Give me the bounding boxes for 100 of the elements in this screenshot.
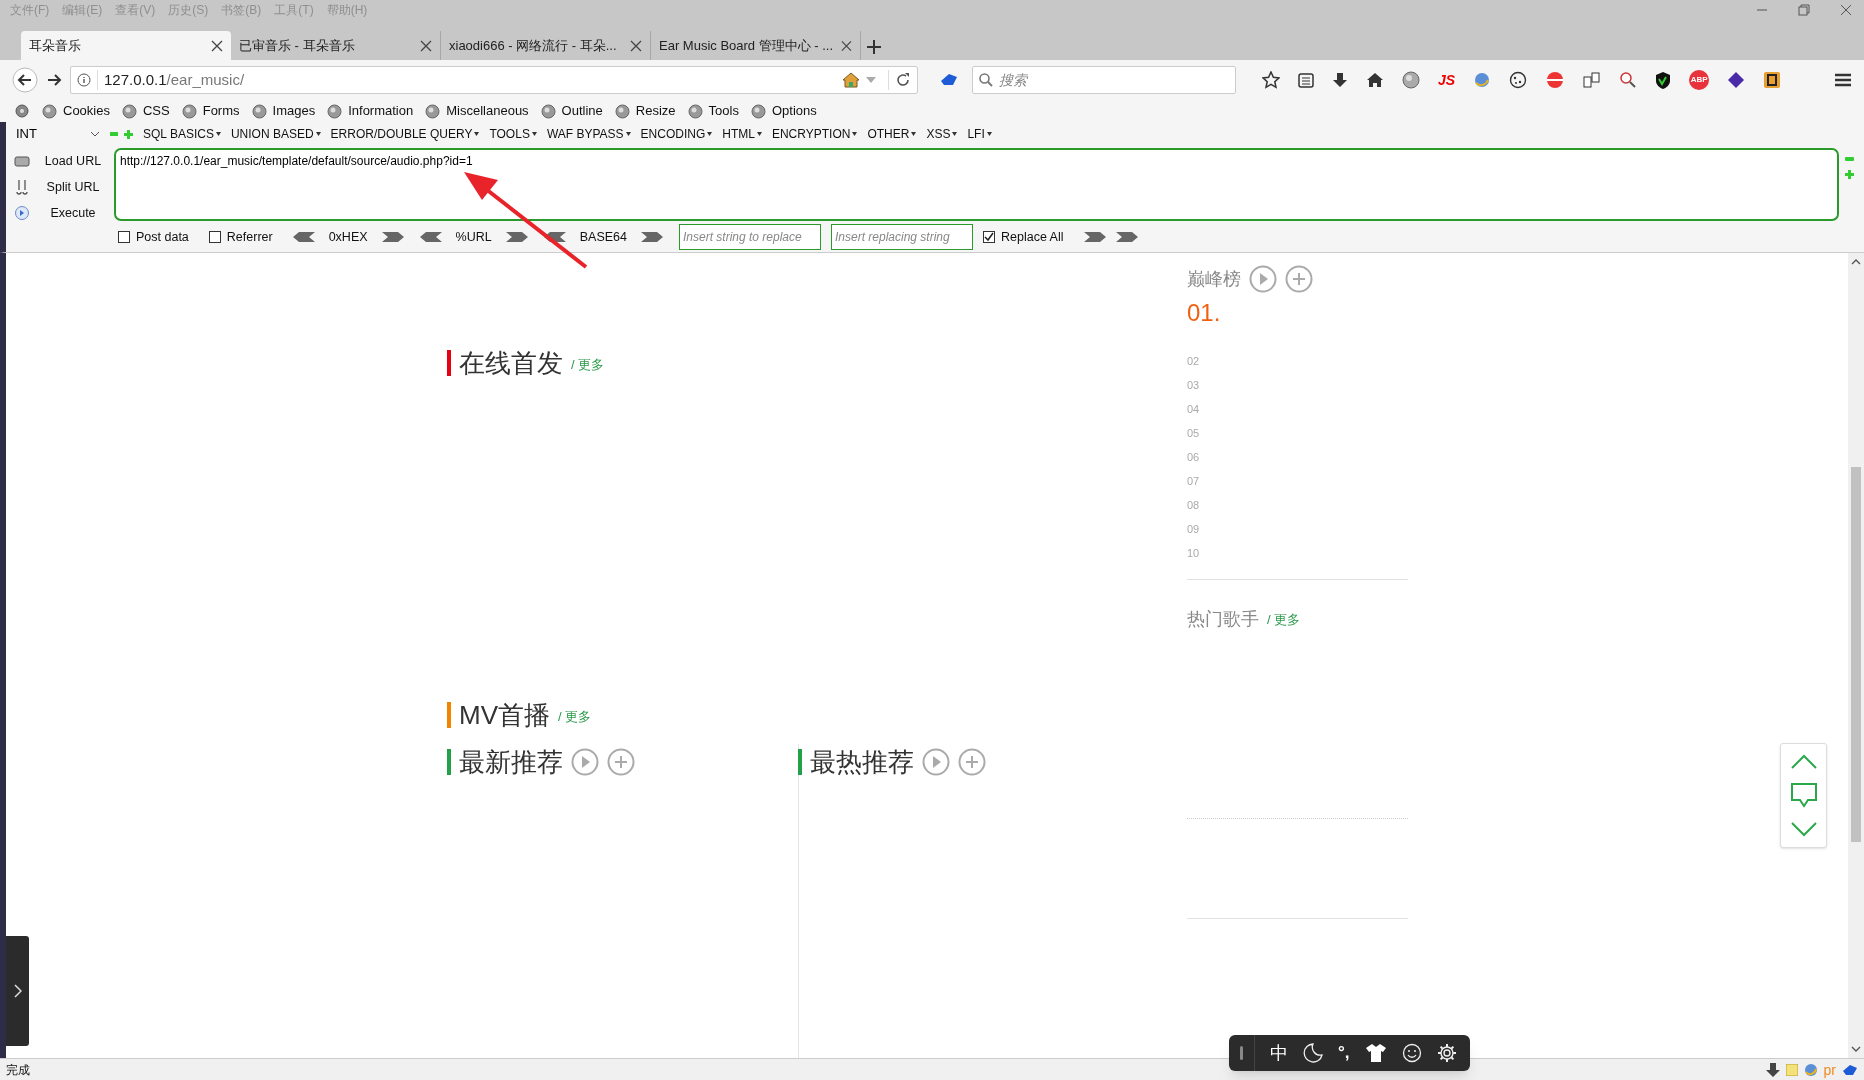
shield-icon[interactable] bbox=[1655, 71, 1672, 89]
toolbar-menu-button[interactable]: Resize bbox=[614, 101, 676, 121]
reload-icon[interactable] bbox=[895, 72, 911, 88]
arrow-right-icon[interactable] bbox=[1115, 232, 1138, 242]
punctuation-toggle[interactable]: °, bbox=[1338, 1040, 1350, 1066]
chart-title: 巅峰榜 bbox=[1187, 267, 1241, 291]
home-icon[interactable] bbox=[1366, 72, 1384, 88]
forward-icon[interactable] bbox=[46, 72, 62, 88]
encoder-label: 0xHEX bbox=[328, 228, 368, 246]
info-icon[interactable] bbox=[77, 73, 91, 87]
replace-string-field[interactable]: Insert string to replace bbox=[678, 224, 821, 250]
toolbar-menu-button[interactable]: Miscellaneous bbox=[425, 101, 529, 121]
caret-icon bbox=[474, 132, 480, 136]
caret-icon bbox=[911, 132, 917, 136]
chevron-down-icon[interactable] bbox=[1851, 1046, 1861, 1052]
type-select[interactable]: INT bbox=[16, 124, 100, 144]
arrow-right-icon[interactable] bbox=[640, 232, 663, 242]
hackbar-menu[interactable]: HTML bbox=[722, 125, 762, 143]
settings-icon[interactable] bbox=[1436, 1043, 1457, 1063]
smile-icon[interactable] bbox=[1401, 1043, 1422, 1063]
more-link[interactable]: / 更多 bbox=[571, 354, 605, 374]
new-tab-icon[interactable] bbox=[867, 40, 881, 54]
hackbar-action[interactable]: Execute bbox=[14, 204, 108, 222]
arrow-right-icon[interactable] bbox=[505, 232, 528, 242]
shirt-icon[interactable] bbox=[1364, 1043, 1387, 1063]
star-icon[interactable] bbox=[1262, 71, 1280, 89]
cookie-icon[interactable] bbox=[1509, 71, 1528, 89]
chevron-up-icon[interactable] bbox=[1851, 259, 1861, 265]
toolbar-menu-button[interactable]: Forms bbox=[181, 101, 240, 121]
arrow-right-icon[interactable] bbox=[1083, 232, 1106, 242]
rank-number: 01. bbox=[1187, 301, 1222, 328]
more-link[interactable]: / 更多 bbox=[558, 706, 592, 726]
close-icon[interactable] bbox=[630, 39, 642, 52]
hackbar-menu[interactable]: LFI bbox=[967, 125, 992, 143]
restore-icon[interactable] bbox=[1798, 4, 1810, 16]
arrow-left-icon[interactable] bbox=[419, 232, 442, 242]
status-text: 完成 bbox=[6, 1061, 30, 1079]
address-bar[interactable]: 127.0.0.1/ear_music/ bbox=[70, 66, 918, 94]
chevron-down-icon[interactable] bbox=[1789, 820, 1818, 837]
browser-tab[interactable]: 耳朵音乐 bbox=[21, 31, 231, 60]
globe-icon bbox=[42, 103, 57, 119]
side-panel-handle[interactable] bbox=[6, 936, 29, 1046]
toolbar-menu-button[interactable]: Options bbox=[750, 101, 817, 121]
checkbox[interactable]: Referrer bbox=[208, 227, 273, 247]
reading-list-icon[interactable] bbox=[1298, 72, 1314, 88]
tab-title: Ear Music Board 管理中心 - ... bbox=[659, 36, 834, 55]
hackbar-menu[interactable]: WAF BYPASS bbox=[546, 125, 631, 143]
section-title: MV首播 bbox=[459, 702, 550, 728]
menu-icon[interactable] bbox=[1834, 72, 1852, 88]
toolbar-menu-button[interactable]: Cookies bbox=[42, 101, 110, 121]
toolbar-menu-button[interactable]: Tools bbox=[687, 101, 739, 121]
caret-icon bbox=[531, 132, 537, 136]
rank-number: 06 bbox=[1187, 450, 1201, 465]
hackbar-menu[interactable]: OTHER bbox=[867, 125, 917, 143]
hackbar-menu[interactable]: ENCODING bbox=[640, 125, 713, 143]
checkbox[interactable]: Replace All bbox=[982, 227, 1064, 247]
search-field[interactable]: 搜索 bbox=[972, 66, 1236, 94]
sphere-icon[interactable] bbox=[1545, 71, 1566, 89]
download-icon[interactable] bbox=[1332, 72, 1348, 88]
js-button[interactable]: JS bbox=[1438, 69, 1456, 91]
hackbar-action[interactable]: Load URL bbox=[14, 152, 108, 170]
checkbox[interactable]: Post data bbox=[118, 227, 189, 247]
language-toggle[interactable]: 中 bbox=[1270, 1039, 1288, 1067]
hackbar-menu[interactable]: SQL BASICS bbox=[143, 125, 221, 143]
more-link[interactable]: / 更多 bbox=[1267, 609, 1301, 630]
hackbar-menu[interactable]: TOOLS bbox=[489, 125, 537, 143]
hackbar-menu[interactable]: ENCRYPTION bbox=[771, 125, 858, 143]
pages-icon[interactable] bbox=[1583, 71, 1602, 89]
close-icon[interactable] bbox=[841, 39, 852, 52]
toolbar-menu-button[interactable]: Outline bbox=[540, 101, 603, 121]
scrollbar[interactable] bbox=[1848, 253, 1864, 1058]
close-icon[interactable] bbox=[420, 39, 432, 52]
replacing-string-field[interactable]: Insert replacing string bbox=[830, 224, 973, 250]
close-icon[interactable] bbox=[211, 39, 223, 52]
url-input[interactable]: http://127.0.0.1/ear_music/template/default/source/audio.php?id=1 bbox=[114, 148, 1839, 221]
play-icon bbox=[14, 205, 30, 221]
adblock-button[interactable]: ABP bbox=[1689, 70, 1710, 90]
rank-number: 07 bbox=[1187, 474, 1201, 489]
toolbar-menu-button[interactable]: CSS bbox=[121, 101, 170, 121]
toolbar-menu-button[interactable]: Images bbox=[251, 101, 316, 121]
caret-icon bbox=[315, 132, 321, 136]
globe-icon[interactable] bbox=[1402, 71, 1420, 89]
arrow-right-icon[interactable] bbox=[381, 232, 404, 242]
moon-icon[interactable] bbox=[1303, 1043, 1323, 1063]
chevron-up-icon[interactable] bbox=[1789, 754, 1818, 771]
hackbar-menu[interactable]: UNION BASED bbox=[230, 125, 321, 143]
back-icon[interactable] bbox=[12, 67, 38, 93]
check-icon bbox=[983, 232, 994, 242]
hackbar-action[interactable]: Split URL bbox=[14, 178, 108, 196]
chat-icon[interactable] bbox=[1789, 782, 1818, 809]
section-title: 热门歌手 bbox=[1187, 608, 1259, 631]
toolbar-menu-button[interactable]: Information bbox=[327, 101, 414, 121]
hackbar-menu[interactable]: XSS bbox=[926, 125, 958, 143]
magnifier-icon[interactable] bbox=[1619, 71, 1638, 89]
hackbar-menu[interactable]: ERROR/DOUBLE QUERY bbox=[330, 125, 480, 143]
close-icon[interactable] bbox=[1840, 4, 1852, 16]
arrow-left-icon[interactable] bbox=[292, 232, 315, 242]
rank-number: 09 bbox=[1187, 522, 1201, 537]
section-title: 在线首发 bbox=[459, 350, 563, 376]
download-icon[interactable] bbox=[1765, 1062, 1780, 1077]
